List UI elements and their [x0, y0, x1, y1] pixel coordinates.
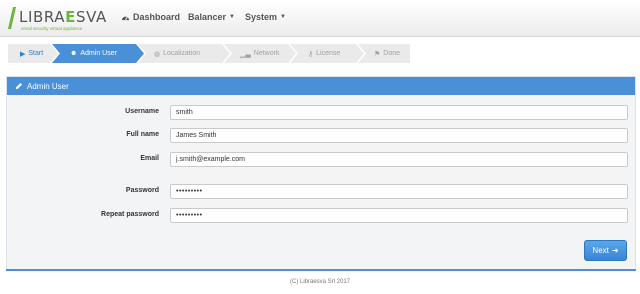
- brand-logo[interactable]: LIBRAESVA email security virtual applian…: [8, 5, 120, 33]
- wizard-step-label: Start: [28, 50, 44, 57]
- key-icon: ⚷: [308, 50, 314, 58]
- wizard-step-admin-user[interactable]: ☻ Admin User: [52, 44, 144, 63]
- admin-user-panel: Admin User Username smith Full name Jame…: [6, 76, 636, 270]
- username-input[interactable]: smith: [170, 105, 628, 120]
- play-icon: ▶: [20, 50, 26, 58]
- brand-tagline: email security virtual appliance: [21, 26, 83, 31]
- arrow-right-icon: ➜: [611, 246, 619, 255]
- nav-system-label: System: [245, 12, 278, 22]
- wizard-step-done[interactable]: ⚑ Done: [358, 44, 410, 63]
- logo-slash-icon: [8, 7, 16, 29]
- flag-icon: ⚑: [374, 50, 381, 58]
- wizard-step-label: Done: [383, 50, 401, 57]
- username-label: Username: [125, 108, 159, 115]
- caret-down-icon: ▼: [229, 14, 235, 20]
- wizard-step-label: Network: [253, 50, 280, 57]
- next-button[interactable]: Next ➜: [584, 240, 627, 261]
- pencil-icon: [16, 83, 22, 89]
- caret-down-icon: ▼: [280, 14, 286, 20]
- brand-name: LIBRAESVA: [19, 8, 107, 26]
- password-input[interactable]: •••••••••: [170, 184, 628, 199]
- user-icon: ☻: [70, 50, 78, 57]
- wizard-step-network[interactable]: ▁▃ Network: [224, 44, 296, 63]
- top-navbar: LIBRAESVA email security virtual applian…: [0, 0, 640, 37]
- nav-balancer-label: Balancer: [188, 12, 227, 22]
- dashboard-icon: [122, 16, 129, 20]
- repeat-password-input[interactable]: •••••••••: [170, 208, 628, 223]
- wizard-step-label: Localization: [163, 50, 201, 57]
- globe-icon: ◍: [154, 50, 161, 58]
- wizard-step-label: Admin User: [80, 50, 117, 57]
- signal-icon: ▁▃: [240, 50, 251, 58]
- nav-balancer[interactable]: Balancer ▼: [188, 12, 235, 22]
- panel-header: Admin User: [7, 77, 635, 95]
- repeat-password-label: Repeat password: [101, 211, 159, 218]
- nav-system[interactable]: System ▼: [245, 12, 286, 22]
- email-input[interactable]: j.smith@example.com: [170, 152, 628, 167]
- email-label: Email: [140, 155, 159, 162]
- footer-copyright: (C) Libraesva Srl 2017: [289, 279, 351, 285]
- panel-title: Admin User: [27, 81, 69, 91]
- wizard-step-start[interactable]: ▶ Start: [8, 44, 58, 63]
- nav-dashboard[interactable]: Dashboard: [121, 12, 180, 22]
- fullname-label: Full name: [126, 131, 159, 138]
- fullname-input[interactable]: James Smith: [170, 128, 628, 143]
- wizard-step-label: License: [316, 50, 341, 57]
- wizard-step-license[interactable]: ⚷ License: [290, 44, 364, 63]
- password-label: Password: [125, 187, 159, 194]
- nav-dashboard-label: Dashboard: [133, 12, 181, 22]
- wizard-step-localization[interactable]: ◍ Localization: [138, 44, 230, 63]
- next-button-label: Next: [592, 246, 609, 255]
- panel-bottom-border: [6, 269, 636, 271]
